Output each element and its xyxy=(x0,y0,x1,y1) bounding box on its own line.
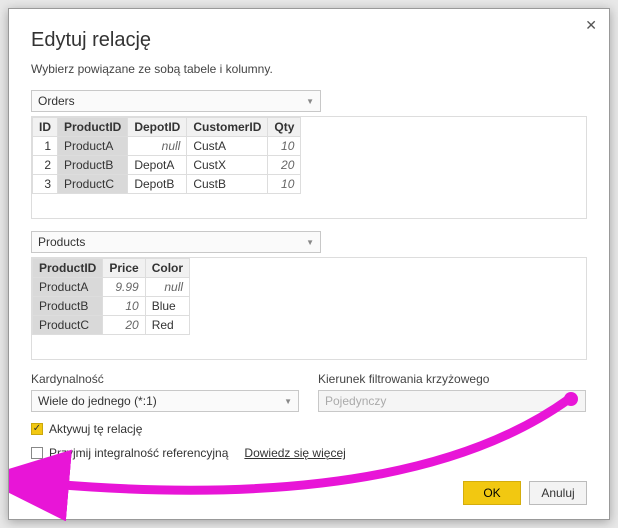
table-row[interactable]: ProductB10Blue xyxy=(33,297,190,316)
cell: 9.99 xyxy=(103,278,145,297)
cancel-button[interactable]: Anuluj xyxy=(529,481,587,505)
cell: 10 xyxy=(268,175,301,194)
filter-direction-select[interactable]: Pojedynczy ▼ xyxy=(318,390,586,412)
filter-direction-value: Pojedynczy xyxy=(325,394,386,408)
chevron-down-icon: ▼ xyxy=(284,397,292,406)
column-header[interactable]: Color xyxy=(145,259,189,278)
table1-select-value: Orders xyxy=(38,94,75,108)
table-row[interactable]: 1ProductAnullCustA10 xyxy=(33,137,301,156)
filter-direction-label: Kierunek filtrowania krzyżowego xyxy=(318,372,587,386)
column-header[interactable]: ProductID xyxy=(58,118,128,137)
dialog-title: Edytuj relację xyxy=(31,29,587,52)
cell: ProductB xyxy=(33,297,103,316)
cardinality-value: Wiele do jednego (*:1) xyxy=(38,394,157,408)
cell: 3 xyxy=(33,175,58,194)
edit-relationship-dialog: ✕ Edytuj relację Wybierz powiązane ze so… xyxy=(8,8,610,520)
cell: ProductA xyxy=(58,137,128,156)
referential-integrity-checkbox[interactable] xyxy=(31,447,43,459)
learn-more-link[interactable]: Dowiedz się więcej xyxy=(244,446,345,460)
table2-grid: ProductIDPriceColorProductA9.99nullProdu… xyxy=(31,257,587,360)
cardinality-select[interactable]: Wiele do jednego (*:1) ▼ xyxy=(31,390,299,412)
cell: Red xyxy=(145,316,189,335)
cell: ProductC xyxy=(33,316,103,335)
table-row[interactable]: 3ProductCDepotBCustB10 xyxy=(33,175,301,194)
cell: 10 xyxy=(268,137,301,156)
table2-select-value: Products xyxy=(38,235,85,249)
column-header[interactable]: CustomerID xyxy=(187,118,268,137)
chevron-down-icon: ▼ xyxy=(306,97,314,106)
table-row[interactable]: ProductA9.99null xyxy=(33,278,190,297)
cell: 10 xyxy=(103,297,145,316)
close-icon[interactable]: ✕ xyxy=(585,17,597,34)
cell: CustX xyxy=(187,156,268,175)
cell: 20 xyxy=(268,156,301,175)
cell: CustA xyxy=(187,137,268,156)
cell: 20 xyxy=(103,316,145,335)
activate-relationship-label: Aktywuj tę relację xyxy=(49,422,142,436)
table-row[interactable]: ProductC20Red xyxy=(33,316,190,335)
ok-button[interactable]: OK xyxy=(463,481,521,505)
table1-select[interactable]: Orders ▼ xyxy=(31,90,321,112)
cell: ProductB xyxy=(58,156,128,175)
cell: ProductC xyxy=(58,175,128,194)
column-header[interactable]: ProductID xyxy=(33,259,103,278)
column-header[interactable]: Price xyxy=(103,259,145,278)
column-header[interactable]: DepotID xyxy=(128,118,187,137)
cell: DepotA xyxy=(128,156,187,175)
chevron-down-icon: ▼ xyxy=(306,238,314,247)
chevron-down-icon: ▼ xyxy=(571,397,579,406)
cell: 1 xyxy=(33,137,58,156)
cell: Blue xyxy=(145,297,189,316)
table1-grid: IDProductIDDepotIDCustomerIDQty1ProductA… xyxy=(31,116,587,219)
cell: null xyxy=(128,137,187,156)
cell: ProductA xyxy=(33,278,103,297)
cardinality-label: Kardynalność xyxy=(31,372,300,386)
column-header[interactable]: ID xyxy=(33,118,58,137)
cell: null xyxy=(145,278,189,297)
table2-select[interactable]: Products ▼ xyxy=(31,231,321,253)
activate-relationship-checkbox[interactable]: ✓ xyxy=(31,423,43,435)
referential-integrity-label: Przyjmij integralność referencyjną xyxy=(49,446,228,460)
cell: CustB xyxy=(187,175,268,194)
table-row[interactable]: 2ProductBDepotACustX20 xyxy=(33,156,301,175)
column-header[interactable]: Qty xyxy=(268,118,301,137)
cell: DepotB xyxy=(128,175,187,194)
dialog-subtitle: Wybierz powiązane ze sobą tabele i kolum… xyxy=(31,62,587,76)
cell: 2 xyxy=(33,156,58,175)
